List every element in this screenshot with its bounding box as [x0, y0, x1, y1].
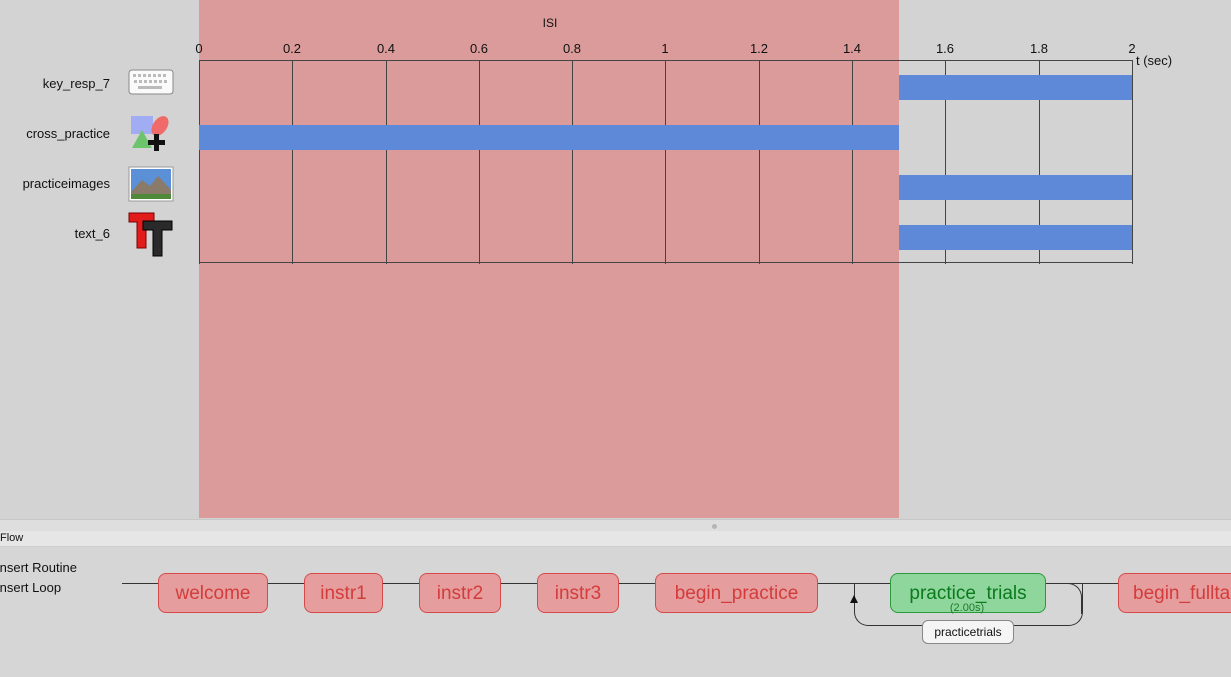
- keyboard-icon[interactable]: [128, 66, 174, 102]
- grid-line: [665, 60, 666, 264]
- component-bar-cross-practice: [199, 125, 899, 150]
- component-name-cross-practice[interactable]: cross_practice: [0, 126, 110, 141]
- routine-instr3[interactable]: instr3: [537, 573, 619, 613]
- tick-label: 0.2: [282, 41, 302, 56]
- component-bar-practiceimages: [899, 175, 1132, 200]
- grid-line: [199, 60, 1133, 61]
- tick-label: 0.4: [376, 41, 396, 56]
- routine-duration: (2.00s): [949, 602, 985, 614]
- grid-line: [199, 262, 1133, 263]
- time-unit-label: t (sec): [1136, 53, 1173, 68]
- text-tt-icon[interactable]: [128, 210, 174, 258]
- grid-line: [572, 60, 573, 264]
- routine-instr1[interactable]: instr1: [304, 573, 383, 613]
- tick-label: 0.8: [562, 41, 582, 56]
- isi-highlight-region: [199, 0, 899, 518]
- tick-label: 1: [661, 41, 669, 56]
- flow-header: Flow: [0, 531, 1231, 547]
- splitter-handle[interactable]: [712, 524, 717, 529]
- tick-label: 1.2: [749, 41, 769, 56]
- tick-label: 0.6: [469, 41, 489, 56]
- component-name-text[interactable]: text_6: [0, 226, 110, 241]
- routine-begin-fulltask[interactable]: begin_fulltask: [1118, 573, 1231, 613]
- grid-line: [199, 60, 200, 264]
- loop-arrow-icon: [850, 595, 858, 603]
- routine-name-label: ISI: [542, 16, 558, 30]
- routine-begin-practice[interactable]: begin_practice: [655, 573, 818, 613]
- routine-timeline-pane: ISI 0 0.2 0.4 0.6 0.8 1 1.2 1.4 1.6 1.8 …: [0, 0, 1231, 519]
- component-name-practiceimages[interactable]: practiceimages: [0, 176, 110, 191]
- grid-line: [292, 60, 293, 264]
- insert-loop-button[interactable]: Insert Loop: [0, 580, 61, 595]
- flow-pane: Flow Insert Routine Insert Loop welcome …: [0, 531, 1231, 677]
- grid-line: [386, 60, 387, 264]
- grid-line: [852, 60, 853, 264]
- tick-label: 1.8: [1029, 41, 1049, 56]
- insert-routine-button[interactable]: Insert Routine: [0, 560, 77, 575]
- routine-instr2[interactable]: instr2: [419, 573, 501, 613]
- tick-label: 1.4: [842, 41, 862, 56]
- routine-welcome[interactable]: welcome: [158, 573, 268, 613]
- component-bar-text: [899, 225, 1132, 250]
- grid-line: [479, 60, 480, 264]
- grid-line: [759, 60, 760, 264]
- loop-label-practicetrials[interactable]: practicetrials: [922, 620, 1014, 644]
- polygon-shapes-icon[interactable]: [128, 114, 174, 151]
- image-icon[interactable]: [128, 166, 174, 202]
- grid-line: [1132, 60, 1133, 264]
- component-name-key-resp[interactable]: key_resp_7: [0, 76, 110, 91]
- tick-label: 0: [195, 41, 203, 56]
- component-bar-key-resp: [899, 75, 1132, 100]
- tick-label: 1.6: [935, 41, 955, 56]
